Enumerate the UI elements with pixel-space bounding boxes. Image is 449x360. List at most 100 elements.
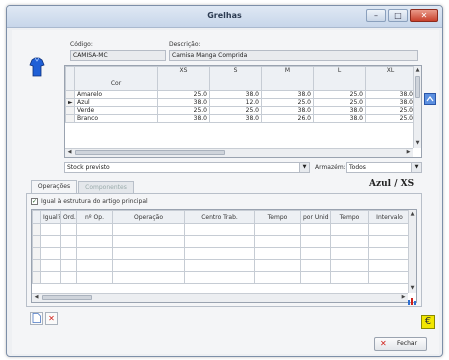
grid-row[interactable]: Verde 25.0 25.0 38.0 38.0 25.0	[65, 106, 416, 115]
quantity-cell[interactable]: 25.0	[209, 106, 262, 115]
column-header-op-number[interactable]: nº Op.	[76, 210, 113, 224]
scroll-down-icon[interactable]: ▼	[414, 140, 421, 147]
table-row[interactable]	[32, 223, 411, 236]
quantity-cell[interactable]: 25.0	[313, 90, 366, 99]
quantity-cell[interactable]: 38.0	[365, 90, 416, 99]
close-window-button[interactable]: ✕	[410, 9, 438, 22]
operations-grid[interactable]: Igual? Ord. nº Op. Operação Centro Trab.…	[31, 209, 417, 303]
quantity-cell[interactable]: 38.0	[157, 98, 210, 107]
code-label: Código:	[70, 41, 93, 48]
operations-panel: ✓ Igual à estrutura do artigo principal …	[26, 193, 422, 307]
color-cell[interactable]: Amarelo	[74, 90, 158, 99]
column-header-ord[interactable]: Ord.	[60, 210, 77, 224]
title-bar: Grelhas – □ ✕	[7, 6, 442, 28]
table-row[interactable]	[32, 247, 411, 260]
scroll-right-icon[interactable]: ▶	[405, 149, 412, 156]
quantity-cell[interactable]: 25.0	[365, 114, 416, 123]
scroll-thumb[interactable]	[42, 295, 92, 300]
quantity-cell[interactable]: 25.0	[157, 106, 210, 115]
selection-title: Azul / XS	[369, 179, 415, 189]
operations-vertical-scrollbar[interactable]: ▲ ▼	[408, 210, 416, 293]
column-header-tempo-2[interactable]: Tempo	[330, 210, 369, 224]
same-structure-checkbox[interactable]: ✓	[31, 198, 38, 205]
scroll-thumb[interactable]	[415, 76, 420, 98]
table-row[interactable]	[32, 271, 411, 284]
minimize-button[interactable]: –	[366, 9, 386, 22]
quantity-cell[interactable]: 25.0	[313, 98, 366, 107]
column-header-operacao[interactable]: Operação	[112, 210, 185, 224]
scroll-right-icon[interactable]: ▶	[400, 294, 407, 301]
column-header-size[interactable]: XL	[365, 66, 416, 91]
quantity-cell[interactable]: 38.0	[209, 90, 262, 99]
grid-tool-icon[interactable]	[424, 93, 436, 105]
description-field[interactable]: Camisa Manga Comprida	[169, 50, 418, 61]
same-structure-label[interactable]: Igual à estrutura do artigo principal	[41, 198, 148, 205]
column-header-por-unid[interactable]: por Unid	[300, 210, 331, 224]
scroll-left-icon[interactable]: ◀	[33, 294, 40, 301]
table-row[interactable]	[32, 259, 411, 272]
fechar-label: Fechar	[397, 340, 418, 347]
grid-row[interactable]: Amarelo 25.0 38.0 38.0 25.0 38.0	[65, 90, 416, 99]
quantity-cell[interactable]: 38.0	[209, 114, 262, 123]
quantity-cell[interactable]: 38.0	[313, 114, 366, 123]
row-marker[interactable]: ►	[65, 98, 75, 107]
color-cell[interactable]: Verde	[74, 106, 158, 115]
size-color-table: Cor XS S M L XL Amarelo 25.0 38.0 38.0 2…	[65, 66, 416, 123]
table-row[interactable]	[32, 235, 411, 248]
operations-table: Igual? Ord. nº Op. Operação Centro Trab.…	[32, 210, 411, 284]
column-header-igual[interactable]: Igual?	[40, 210, 61, 224]
shirt-icon	[29, 57, 45, 77]
tab-componentes[interactable]: Componentes	[78, 181, 134, 193]
fechar-button[interactable]: ✕ Fechar	[374, 337, 427, 351]
delete-item-button[interactable]: ✕	[45, 312, 58, 325]
quantity-cell[interactable]: 38.0	[261, 106, 314, 115]
grid-row[interactable]: ► Azul 38.0 12.0 25.0 25.0 38.0	[65, 98, 416, 107]
stock-mode-value: Stock previsto	[67, 164, 110, 171]
column-header-centro-trab[interactable]: Centro Trab.	[184, 210, 255, 224]
column-header-color[interactable]: Cor	[74, 66, 158, 91]
color-cell[interactable]: Azul	[74, 98, 158, 107]
column-header-size[interactable]: S	[209, 66, 262, 91]
code-field[interactable]: CAMISA-MC	[70, 50, 166, 61]
warehouse-select[interactable]: Todos ▼	[346, 162, 422, 173]
column-header-tempo[interactable]: Tempo	[254, 210, 301, 224]
color-cell[interactable]: Branco	[74, 114, 158, 123]
column-header-size[interactable]: XS	[157, 66, 210, 91]
quantity-cell[interactable]: 38.0	[365, 98, 416, 107]
row-marker[interactable]	[65, 114, 75, 123]
chart-icon[interactable]	[408, 296, 417, 305]
scroll-up-icon[interactable]: ▲	[409, 211, 416, 218]
delete-icon: ✕	[48, 314, 55, 323]
row-marker[interactable]	[65, 90, 75, 99]
maximize-button[interactable]: □	[388, 9, 408, 22]
quantity-cell[interactable]: 38.0	[313, 106, 366, 115]
grid-row[interactable]: Branco 38.0 38.0 26.0 38.0 25.0	[65, 114, 416, 123]
quantity-cell[interactable]: 25.0	[261, 98, 314, 107]
quantity-cell[interactable]: 38.0	[261, 90, 314, 99]
size-color-grid[interactable]: Cor XS S M L XL Amarelo 25.0 38.0 38.0 2…	[64, 65, 422, 158]
scroll-thumb[interactable]	[75, 150, 225, 155]
row-marker[interactable]	[65, 106, 75, 115]
description-label: Descrição:	[169, 41, 201, 48]
column-header-size[interactable]: M	[261, 66, 314, 91]
scroll-down-icon[interactable]: ▼	[409, 285, 416, 292]
quantity-cell[interactable]: 38.0	[157, 114, 210, 123]
chevron-down-icon[interactable]: ▼	[299, 163, 309, 172]
column-header-intervalo[interactable]: Intervalo	[368, 210, 411, 224]
quantity-cell[interactable]: 12.0	[209, 98, 262, 107]
scroll-left-icon[interactable]: ◀	[66, 149, 73, 156]
stock-mode-select[interactable]: Stock previsto ▼	[64, 162, 310, 173]
new-document-icon	[32, 313, 41, 323]
tab-operacoes[interactable]: Operações	[31, 180, 77, 193]
chevron-down-icon[interactable]: ▼	[411, 163, 421, 172]
operations-horizontal-scrollbar[interactable]: ◀ ▶	[32, 293, 408, 302]
grid-vertical-scrollbar[interactable]: ▲ ▼	[413, 66, 421, 148]
quantity-cell[interactable]: 25.0	[157, 90, 210, 99]
new-item-button[interactable]	[30, 312, 43, 325]
grid-horizontal-scrollbar[interactable]: ◀ ▶	[65, 148, 413, 157]
euro-icon[interactable]: €	[421, 315, 435, 329]
quantity-cell[interactable]: 26.0	[261, 114, 314, 123]
quantity-cell[interactable]: 25.0	[365, 106, 416, 115]
scroll-up-icon[interactable]: ▲	[414, 67, 421, 74]
column-header-size[interactable]: L	[313, 66, 366, 91]
